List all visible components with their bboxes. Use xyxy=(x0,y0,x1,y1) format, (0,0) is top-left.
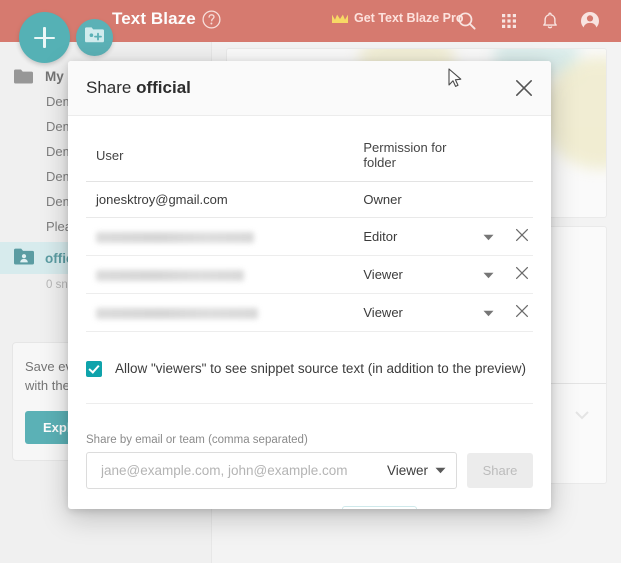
chevron-down-icon xyxy=(483,310,494,317)
dialog-header: Share official xyxy=(68,61,551,116)
redacted-email xyxy=(96,308,258,320)
dialog-title: Share official xyxy=(86,78,191,98)
share-input-container: Viewer xyxy=(86,452,457,489)
share-email-input[interactable] xyxy=(99,462,379,479)
close-icon[interactable] xyxy=(512,76,536,100)
share-quota-row: Currently using 4 out of 10 available sh… xyxy=(86,506,533,509)
redacted-email xyxy=(96,270,244,282)
share-input-row: Viewer Share xyxy=(86,452,533,489)
table-header-row: User Permission for folder xyxy=(86,136,533,182)
share-field-label: Share by email or team (comma separated) xyxy=(86,434,308,446)
row-permission: Viewer xyxy=(353,255,474,294)
column-header-user: User xyxy=(86,136,354,182)
table-row: Viewer xyxy=(86,293,533,332)
permissions-table: User Permission for folder jonesktroy@gm… xyxy=(86,136,533,332)
remove-user-button[interactable] xyxy=(505,217,533,256)
row-remove-cell xyxy=(505,181,533,218)
get-more-button[interactable]: Get more xyxy=(341,506,417,509)
permission-dropdown-toggle[interactable] xyxy=(473,255,505,294)
table-row: jonesktroy@gmail.com Owner xyxy=(86,181,533,218)
row-permission: Editor xyxy=(353,217,474,256)
allow-viewers-checkbox[interactable] xyxy=(86,361,102,377)
row-user xyxy=(86,293,354,332)
dialog-body: User Permission for folder jonesktroy@gm… xyxy=(68,136,551,509)
redacted-email xyxy=(96,232,254,244)
chevron-down-icon xyxy=(483,272,494,279)
dialog-title-prefix: Share xyxy=(86,78,137,97)
share-dialog: Share official User Permission for folde… xyxy=(68,61,551,509)
chevron-down-icon xyxy=(483,234,494,241)
close-icon xyxy=(515,304,529,318)
row-permission: Owner xyxy=(353,181,474,218)
dialog-title-folder-name: official xyxy=(136,78,191,97)
table-row: Viewer xyxy=(86,255,533,294)
column-header-permission: Permission for folder xyxy=(353,136,474,182)
app-root: My S Dem Dem Dem Dem Dem Plea offic 0 sn… xyxy=(0,0,621,563)
column-header-caret xyxy=(473,136,505,182)
column-header-remove xyxy=(505,136,533,182)
share-section: Share by email or team (comma separated)… xyxy=(86,434,533,509)
row-caret-cell xyxy=(473,181,505,218)
close-icon xyxy=(515,228,529,242)
row-user xyxy=(86,255,354,294)
remove-user-button[interactable] xyxy=(505,255,533,294)
allow-viewers-row: Allow "viewers" to see snippet source te… xyxy=(86,360,533,404)
share-role-value: Viewer xyxy=(386,463,428,478)
close-icon xyxy=(515,266,529,280)
allow-viewers-label: Allow "viewers" to see snippet source te… xyxy=(115,361,527,376)
remove-user-button[interactable] xyxy=(505,293,533,332)
row-user xyxy=(86,217,354,256)
row-user: jonesktroy@gmail.com xyxy=(86,181,354,218)
permission-dropdown-toggle[interactable] xyxy=(473,293,505,332)
share-button[interactable]: Share xyxy=(467,453,533,488)
row-permission: Viewer xyxy=(353,293,474,332)
chevron-down-icon xyxy=(435,467,446,474)
permission-dropdown-toggle[interactable] xyxy=(473,217,505,256)
table-row: Editor xyxy=(86,217,533,256)
share-role-dropdown[interactable]: Viewer xyxy=(379,463,446,478)
